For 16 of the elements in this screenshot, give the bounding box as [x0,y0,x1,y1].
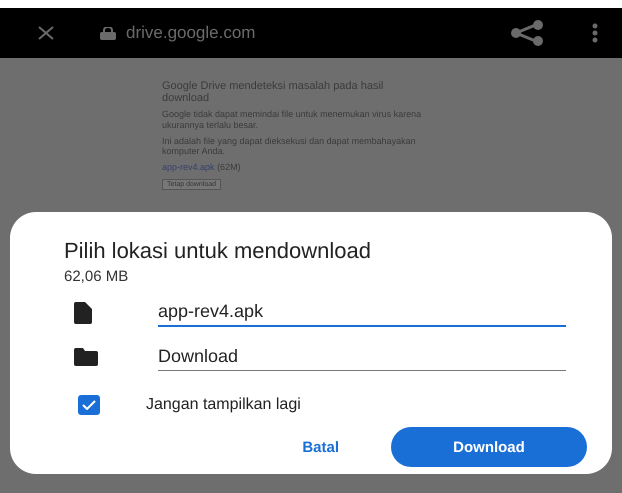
dialog-title: Pilih lokasi untuk mendownload [64,238,372,264]
folder-icon [74,348,98,366]
checkbox[interactable] [78,395,100,415]
folder-name-field[interactable]: Download [158,344,566,370]
file-size: 62,06 MB [64,268,130,285]
close-icon[interactable] [36,26,56,40]
share-icon[interactable] [510,20,544,46]
check-icon [82,400,96,410]
url-text: drive.google.com [126,23,256,43]
download-button[interactable]: Download [391,427,587,467]
checkbox-label: Jangan tampilkan lagi [146,396,301,414]
file-name-field[interactable]: app-rev4.apk [158,299,566,327]
lock-icon [100,26,116,40]
more-icon[interactable] [592,23,598,43]
cancel-button[interactable]: Batal [296,438,345,456]
file-icon [74,302,92,324]
